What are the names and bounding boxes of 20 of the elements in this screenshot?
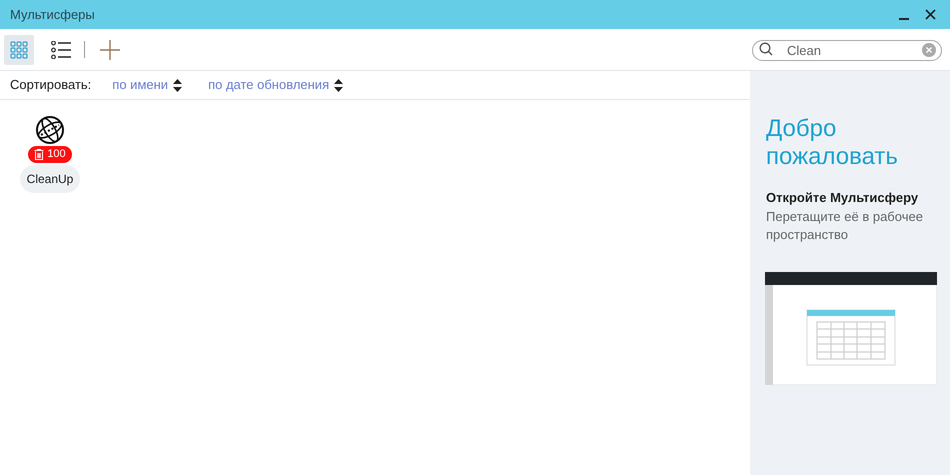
list-icon [51,40,71,58]
window-title: Мультисферы [10,6,96,24]
sort-icon [334,78,344,92]
welcome-title: Добро пожаловать [766,115,899,171]
search-icon [759,42,773,56]
plus-icon [100,40,120,60]
multisphere-item[interactable]: CleanUp [20,165,80,193]
close-icon [924,9,936,20]
trash-icon [34,149,44,160]
sort-icon [173,78,182,92]
count-badge: 100 [28,146,72,163]
grid-icon [10,40,28,58]
add-button[interactable] [99,38,121,60]
welcome-text: Перетащите её в рабочее пространство [766,208,924,244]
sort-option[interactable]: по имени [112,75,182,95]
globe-icon [35,115,65,145]
welcome-heading: Откройте Мультисферу [766,189,920,207]
search-field[interactable]: Clean [752,40,942,61]
sort-label: Сортировать: [10,76,92,94]
sort-option[interactable]: по дате обновления [208,75,344,95]
